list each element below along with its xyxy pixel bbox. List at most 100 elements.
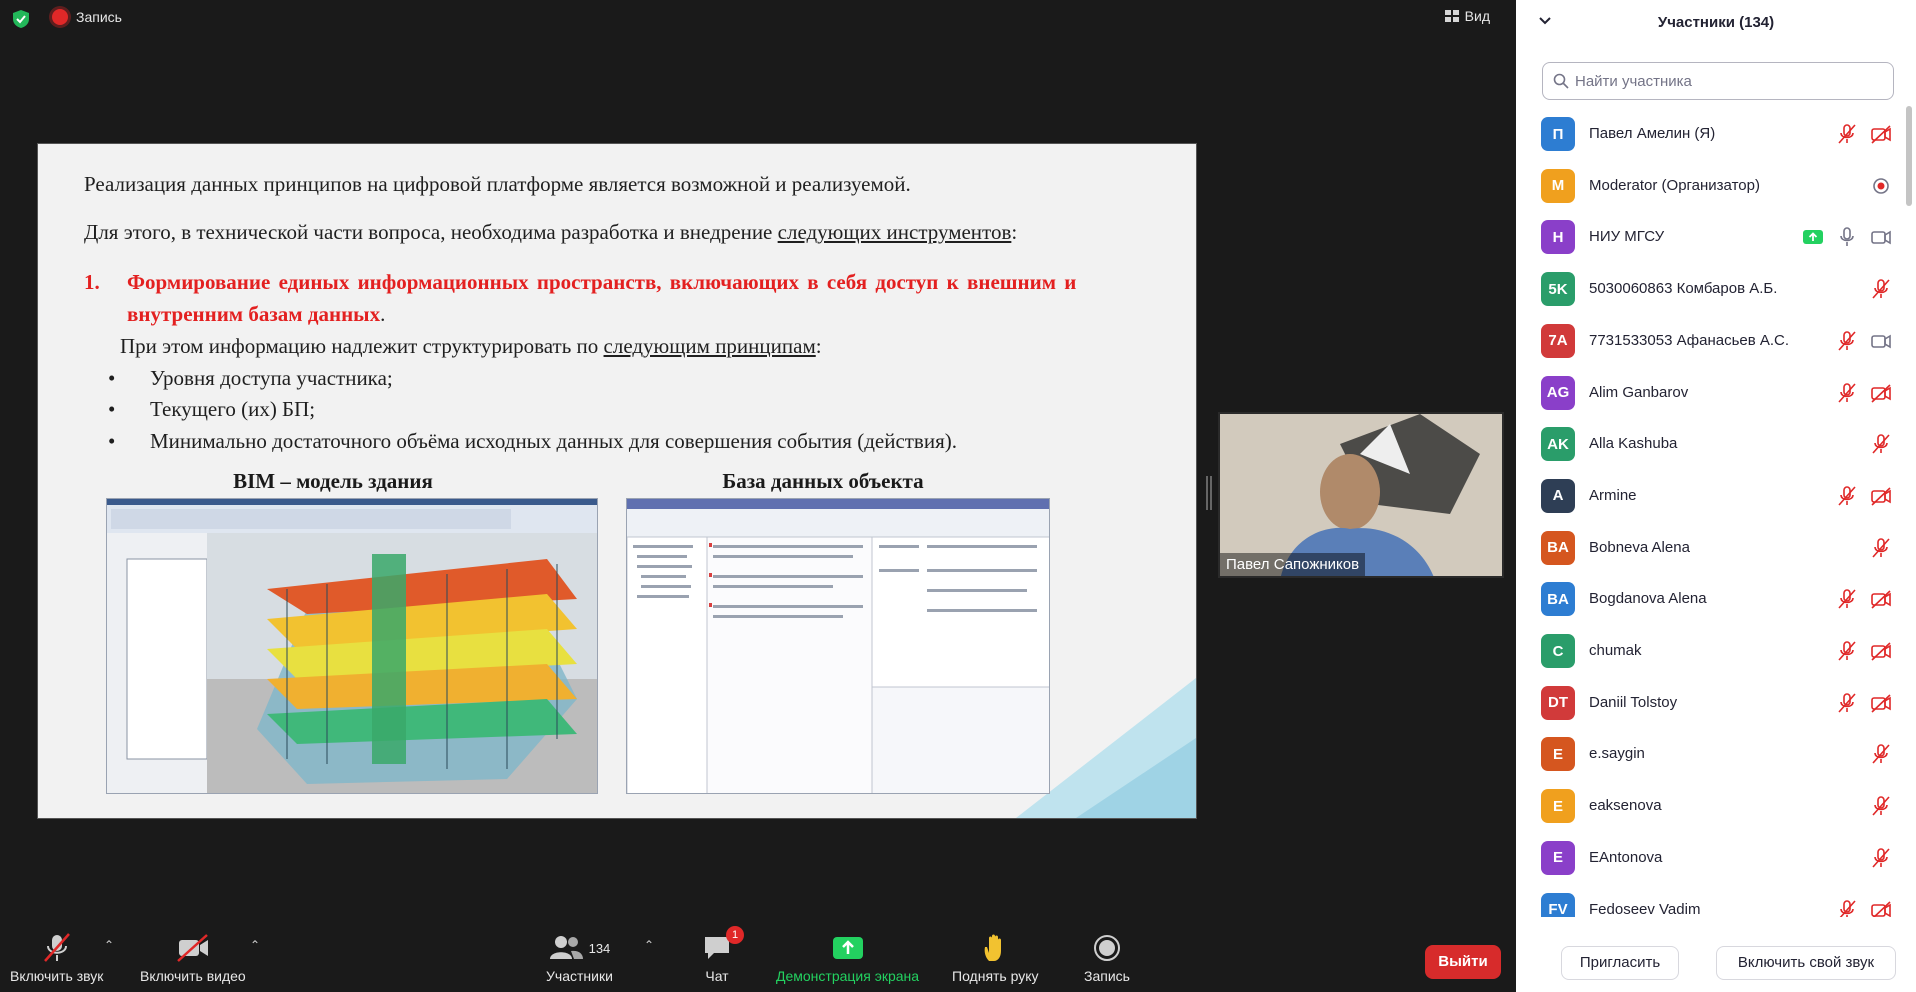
participant-status-icons (1836, 640, 1892, 662)
participant-status-icons (1870, 847, 1892, 869)
video-tile[interactable]: Павел Сапожников (1218, 412, 1504, 578)
record-button[interactable]: Запись (1084, 930, 1130, 984)
slide-item-1-red-b: внутренним базам данных (127, 302, 381, 326)
participant-name: Fedoseev Vadim (1589, 900, 1701, 918)
participant-row[interactable]: DT Daniil Tolstoy (1516, 678, 1906, 729)
bullet-dot: • (108, 397, 116, 421)
participant-name: Alim Ganbarov (1589, 383, 1689, 401)
participant-row[interactable]: AK Alla Kashuba (1516, 419, 1906, 470)
participants-count: 134 (588, 940, 611, 956)
participant-row[interactable]: Ee.saygin (1516, 729, 1906, 780)
participant-name: Bobneva Alena (1589, 538, 1690, 556)
avatar: BA (1541, 582, 1575, 617)
mic-muted-icon (1836, 485, 1858, 507)
participant-row[interactable]: E EAntonova (1516, 833, 1906, 884)
invite-button[interactable]: Пригласить (1561, 946, 1679, 980)
recording-icon (1870, 175, 1892, 197)
recording-indicator[interactable]: Запись (52, 9, 122, 25)
participant-row[interactable]: BA Bobneva Alena (1516, 523, 1906, 574)
hand-icon-wrap (981, 930, 1009, 966)
mic-muted-icon (1836, 640, 1858, 662)
participants-button[interactable]: 134 Участники (546, 930, 613, 984)
encryption-shield-icon[interactable] (12, 9, 30, 29)
video-participant-name: Павел Сапожников (1220, 553, 1366, 576)
video-off-icon (177, 934, 208, 962)
start-video-button[interactable]: Включить видео (140, 930, 246, 984)
video-off-icon (1870, 123, 1892, 145)
view-button[interactable]: Вид (1439, 6, 1496, 26)
participants-options-caret-icon[interactable]: ⌃ (644, 938, 654, 952)
participant-search-input[interactable] (1575, 72, 1875, 90)
participant-name: eaksenova (1589, 797, 1662, 815)
mic-muted-icon (1836, 330, 1858, 352)
participant-row[interactable]: Cchumak (1516, 626, 1906, 677)
bim-building-image (107, 499, 597, 793)
grid-view-icon (1444, 10, 1459, 22)
mic-muted-icon (43, 933, 70, 962)
participant-row[interactable]: 7A 7731533053 Афанасьев А.С. (1516, 316, 1906, 367)
participant-name: Bogdanova Alena (1589, 590, 1707, 608)
mic-icon (1836, 226, 1858, 248)
chat-button[interactable]: 1 Чат (702, 926, 744, 984)
avatar: DT (1541, 685, 1575, 720)
share-screen-button[interactable]: Демонстрация экрана (776, 930, 919, 984)
slide-item-1-end: . (380, 302, 386, 326)
participant-row[interactable]: FV Fedoseev Vadim (1516, 885, 1906, 918)
participant-row[interactable]: A Armine (1516, 471, 1906, 522)
video-off-icon (1870, 588, 1892, 610)
database-screenshot (626, 498, 1050, 794)
bim-model-screenshot (106, 498, 598, 794)
participant-row[interactable]: П Павел Амелин (Я) (1516, 109, 1906, 160)
participant-row[interactable]: Eeaksenova (1516, 781, 1906, 832)
participant-row[interactable]: AG Alim Ganbarov (1516, 368, 1906, 419)
start-video-label: Включить видео (140, 968, 246, 984)
participant-row[interactable]: M Moderator (Организатор) (1516, 161, 1906, 212)
leave-button[interactable]: Выйти (1425, 945, 1501, 979)
participant-status-icons (1836, 692, 1892, 714)
caption-object-database: База данных объекта (722, 469, 924, 493)
participant-status-icons (1870, 537, 1892, 559)
slide-line-2-text: Для этого, в технической части вопроса, … (84, 220, 778, 244)
participant-row[interactable]: BA Bogdanova Alena (1516, 574, 1906, 625)
participants-panel: Участники (134) П Павел Амелин (Я) M Modera… (1516, 0, 1916, 992)
participants-icon (549, 936, 583, 959)
slide-line-2-end: : (1011, 220, 1018, 244)
participant-name: Alla Kashuba (1589, 435, 1678, 453)
audio-options-caret-icon[interactable]: ⌃ (104, 938, 114, 952)
mic-muted-icon (1870, 743, 1892, 765)
video-off-icon (1870, 382, 1892, 404)
raise-hand-button[interactable]: Поднять руку (952, 930, 1039, 984)
participant-name: Daniil Tolstoy (1589, 693, 1678, 711)
participant-name: chumak (1589, 642, 1642, 659)
raise-hand-icon (984, 934, 1002, 961)
participant-row[interactable]: 5K 5030060863 Комбаров А.Б. (1516, 264, 1906, 315)
participant-row[interactable]: Н НИУ МГСУ (1516, 212, 1906, 263)
slide-item-1-line-a: Формирование единых информационных прост… (127, 270, 1077, 294)
slide-line-4-underlined: следующим принципам (603, 334, 816, 358)
mic-muted-icon (1870, 537, 1892, 559)
record-icon (1093, 935, 1120, 961)
avatar: A (1541, 478, 1575, 513)
participant-list-scrollbar[interactable] (1906, 106, 1912, 206)
resize-handle[interactable] (1206, 476, 1212, 510)
unmute-me-button[interactable]: Включить свой звук (1716, 946, 1896, 980)
chat-unread-badge: 1 (726, 926, 744, 944)
participant-search-box[interactable] (1542, 62, 1894, 100)
avatar: AG (1541, 375, 1575, 410)
meeting-area: Запись Вид Реализация данных принципов н… (0, 0, 1516, 992)
mic-icon-wrap (39, 930, 75, 966)
mic-muted-icon (1870, 278, 1892, 300)
participant-name: НИУ МГСУ (1589, 228, 1665, 246)
participants-panel-title: Участники (134) (1657, 14, 1775, 31)
video-off-icon (1870, 899, 1892, 917)
raise-hand-label: Поднять руку (952, 968, 1039, 984)
participant-name: Armine (1589, 486, 1637, 504)
participant-name: 7731533053 Афанасьев А.С. (1589, 331, 1790, 349)
mic-muted-icon (1836, 692, 1858, 714)
slide-item-number: 1. (84, 270, 100, 294)
search-icon (1553, 73, 1569, 89)
video-options-caret-icon[interactable]: ⌃ (250, 938, 260, 952)
unmute-button[interactable]: Включить звук (10, 930, 103, 984)
slide-line-2: Для этого, в технической части вопроса, … (84, 220, 1017, 245)
shared-screen-slide: Реализация данных принципов на цифровой … (37, 143, 1197, 819)
